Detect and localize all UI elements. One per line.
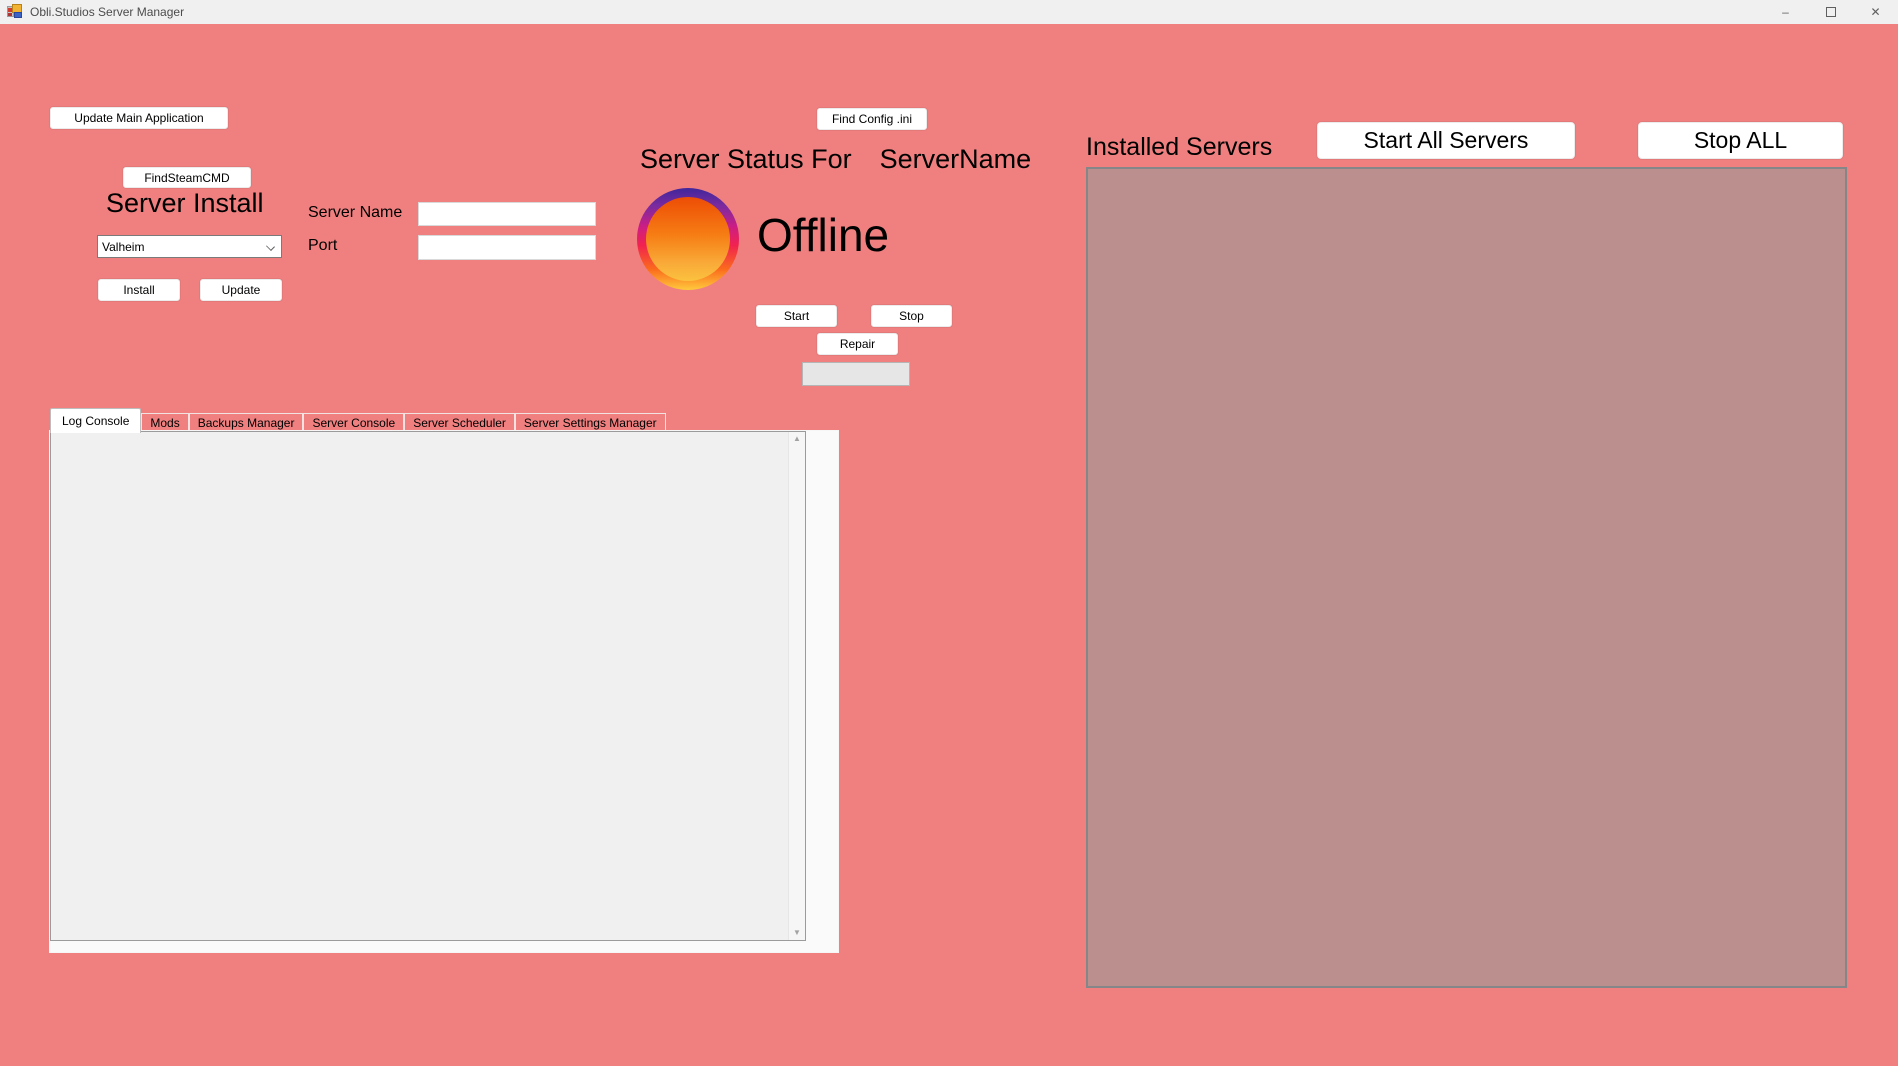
stop-all-button[interactable]: Stop ALL: [1638, 122, 1843, 159]
tab-server-scheduler[interactable]: Server Scheduler: [404, 413, 515, 433]
titlebar: Obli.Studios Server Manager – ✕: [0, 0, 1898, 24]
update-main-application-button[interactable]: Update Main Application: [50, 107, 228, 129]
window-title: Obli.Studios Server Manager: [30, 5, 184, 19]
close-button[interactable]: ✕: [1853, 0, 1898, 24]
app-window: Obli.Studios Server Manager – ✕ Update M…: [0, 0, 1898, 1066]
form-background: Update Main Application FindSteamCMD Ser…: [0, 24, 1898, 1066]
log-console-scrollbar[interactable]: ▲ ▼: [788, 432, 805, 940]
progress-bar: [802, 362, 910, 386]
server-name-label: Server Name: [308, 204, 402, 222]
tab-server-settings-manager[interactable]: Server Settings Manager: [515, 413, 666, 433]
installed-servers-list[interactable]: [1086, 167, 1847, 988]
find-steamcmd-button[interactable]: FindSteamCMD: [123, 167, 251, 188]
server-status-text: Offline: [757, 208, 889, 262]
update-button[interactable]: Update: [200, 279, 282, 301]
log-console-box: ▲ ▼: [50, 431, 806, 941]
tab-server-console[interactable]: Server Console: [303, 413, 404, 433]
stop-button[interactable]: Stop: [871, 305, 952, 327]
scroll-down-icon[interactable]: ▼: [793, 929, 801, 937]
log-console-output[interactable]: [51, 432, 788, 940]
server-status-heading-name: ServerName: [880, 144, 1032, 174]
start-all-servers-button[interactable]: Start All Servers: [1317, 122, 1575, 159]
tabstrip: Log Console Mods Backups Manager Server …: [50, 408, 666, 433]
tab-backups-manager[interactable]: Backups Manager: [189, 413, 304, 433]
maximize-button[interactable]: [1808, 0, 1853, 24]
app-icon: [7, 4, 23, 20]
install-button[interactable]: Install: [98, 279, 180, 301]
repair-button[interactable]: Repair: [817, 333, 898, 355]
find-config-ini-button[interactable]: Find Config .ini: [817, 108, 927, 130]
server-status-icon: [637, 188, 739, 290]
tabpage-log-console: ▲ ▼: [50, 431, 838, 952]
minimize-button[interactable]: –: [1763, 0, 1808, 24]
server-status-heading-prefix: Server Status For: [640, 144, 852, 174]
server-status-icon-inner: [646, 197, 730, 281]
tab-mods[interactable]: Mods: [141, 413, 188, 433]
port-label: Port: [308, 237, 337, 255]
server-name-input[interactable]: [418, 202, 596, 226]
maximize-icon: [1826, 7, 1836, 17]
start-button[interactable]: Start: [756, 305, 837, 327]
server-status-heading: Server Status For ServerName: [640, 144, 1031, 175]
server-install-title: Server Install: [106, 188, 264, 219]
scroll-up-icon[interactable]: ▲: [793, 435, 801, 443]
tab-log-console[interactable]: Log Console: [50, 408, 141, 433]
game-select-dropdown[interactable]: Valheim: [97, 235, 282, 258]
window-controls: – ✕: [1763, 0, 1898, 24]
chevron-down-icon: [266, 242, 275, 251]
installed-servers-title: Installed Servers: [1086, 133, 1272, 162]
game-select-value: Valheim: [102, 240, 144, 254]
port-input[interactable]: [418, 235, 596, 260]
